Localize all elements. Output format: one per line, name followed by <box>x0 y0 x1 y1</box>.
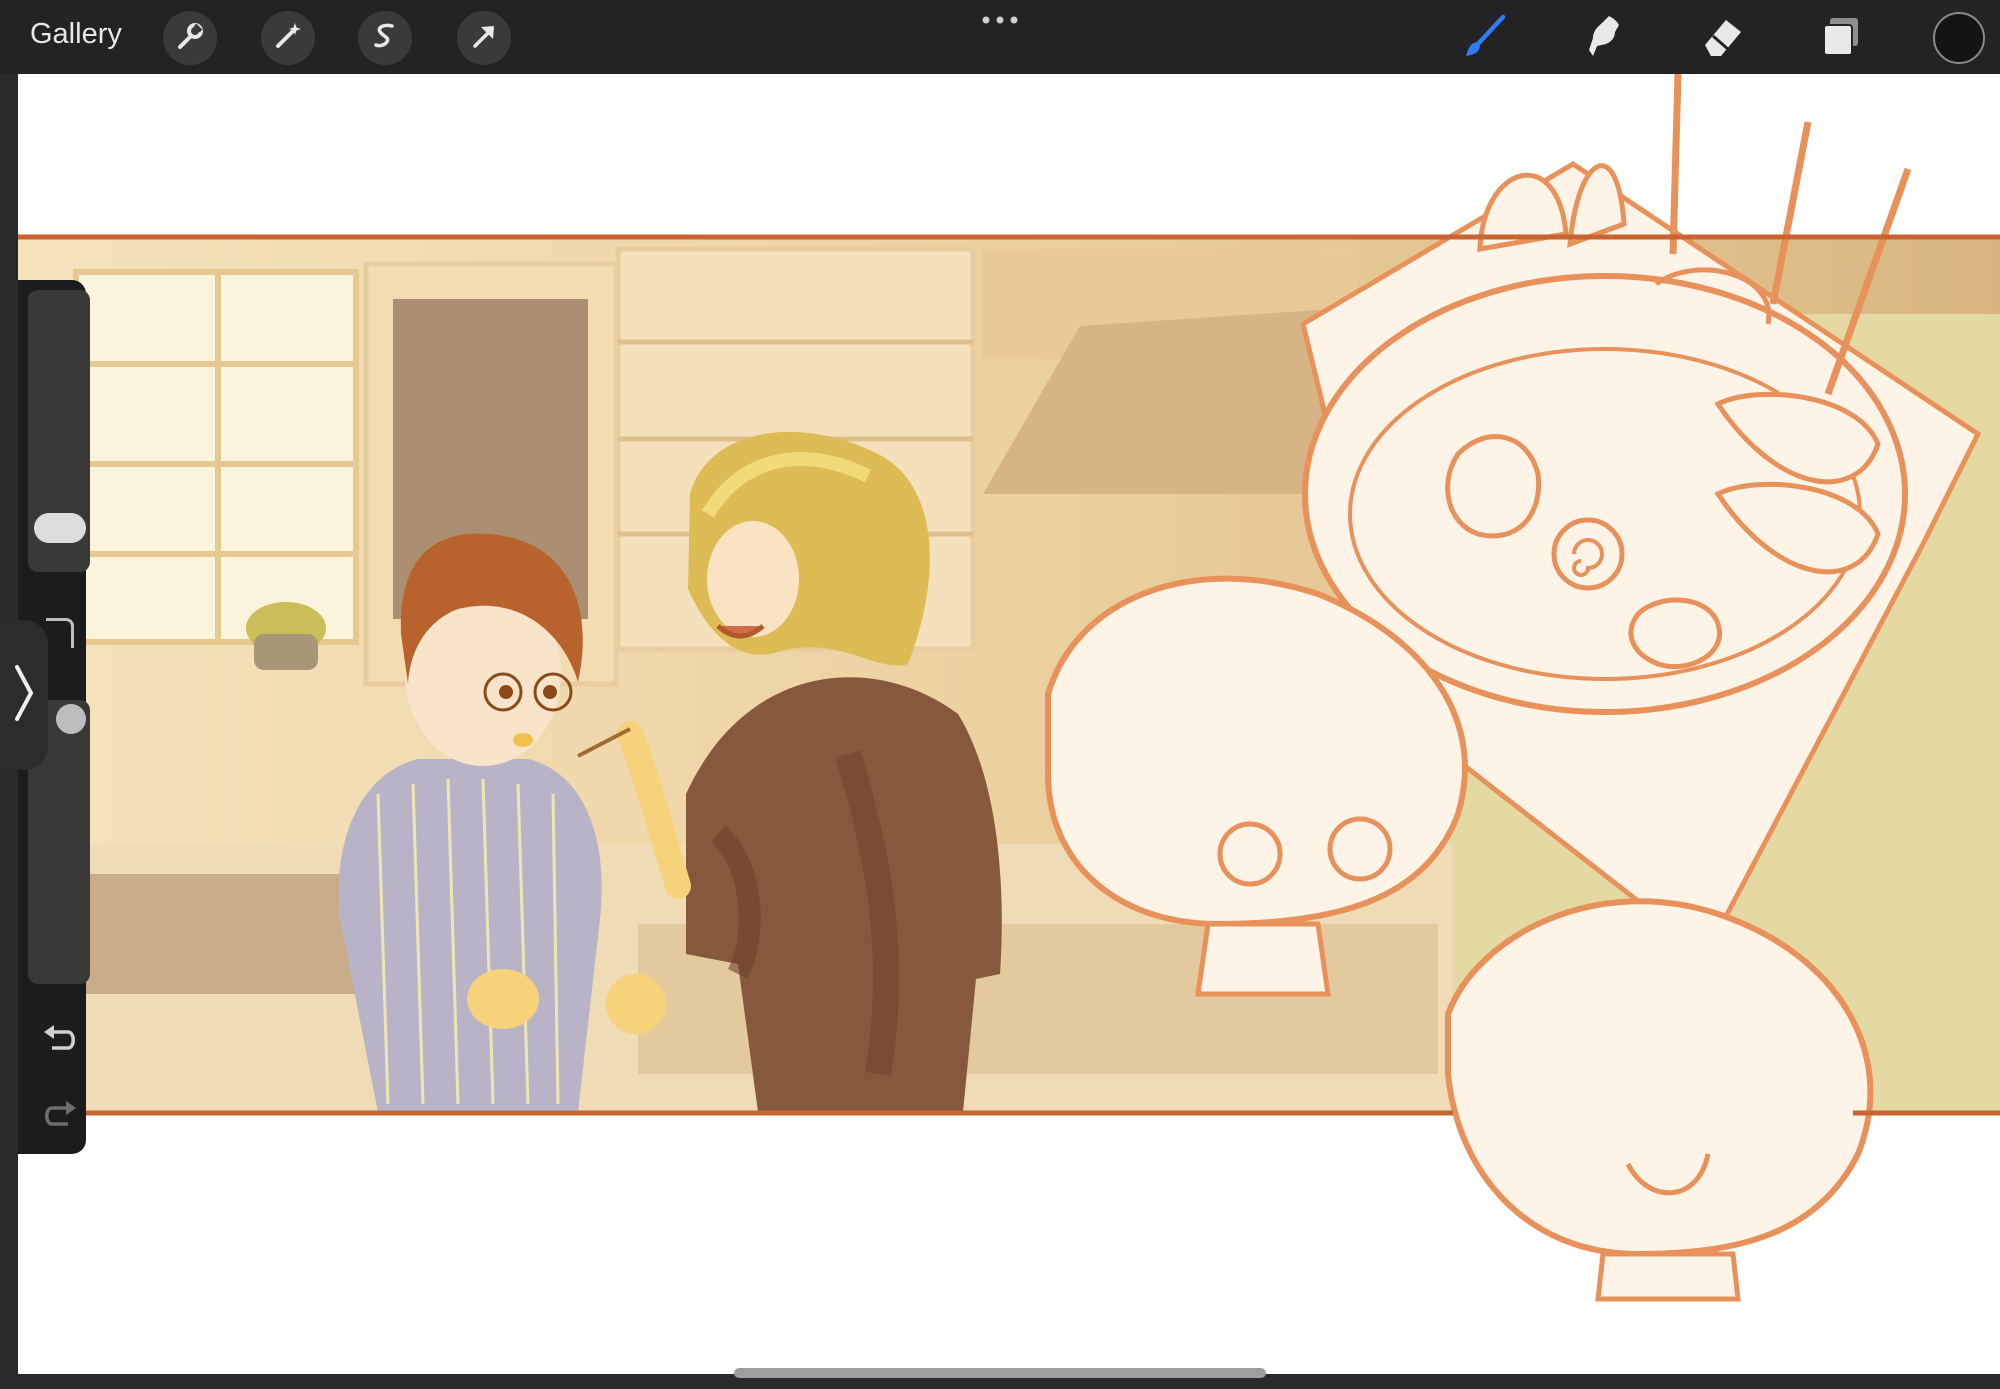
magic-wand-icon <box>271 19 305 58</box>
more-menu-button[interactable] <box>980 12 1020 33</box>
layers-button[interactable] <box>1815 12 1867 64</box>
transform-button[interactable] <box>457 11 511 65</box>
adjustments-button[interactable] <box>261 11 315 65</box>
more-dots-icon <box>980 15 1020 32</box>
transform-arrow-icon <box>467 19 501 58</box>
sidebar-collapse-tab[interactable] <box>0 620 48 770</box>
brush-tool-button[interactable] <box>1459 12 1511 64</box>
scroll-indicator <box>734 1368 1266 1378</box>
layers-icon <box>1817 12 1865 65</box>
brush-icon <box>1461 12 1509 65</box>
undo-icon <box>42 1025 78 1056</box>
eraser-icon <box>1699 12 1747 65</box>
redo-icon <box>42 1101 78 1132</box>
wrench-icon <box>173 19 207 58</box>
top-toolbar: Gallery <box>0 0 2000 74</box>
color-button[interactable] <box>1933 12 1985 64</box>
brush-size-thumb[interactable] <box>34 513 86 543</box>
selection-icon <box>368 19 402 58</box>
gallery-button[interactable]: Gallery <box>30 18 122 51</box>
chevron-right-icon <box>13 663 35 728</box>
selection-button[interactable] <box>358 11 412 65</box>
chibi-sketch-lower <box>1445 898 1874 1302</box>
drawing-canvas[interactable] <box>18 74 2000 1374</box>
smudge-tool-button[interactable] <box>1577 12 1629 64</box>
artwork <box>18 74 2000 1302</box>
undo-button[interactable] <box>42 1022 78 1057</box>
redo-button[interactable] <box>42 1098 78 1133</box>
eraser-tool-button[interactable] <box>1697 12 1749 64</box>
smudge-icon <box>1579 12 1627 65</box>
brush-opacity-thumb[interactable] <box>56 704 86 734</box>
modify-button[interactable] <box>46 618 74 648</box>
actions-button[interactable] <box>163 11 217 65</box>
kitchen-window <box>73 269 359 645</box>
